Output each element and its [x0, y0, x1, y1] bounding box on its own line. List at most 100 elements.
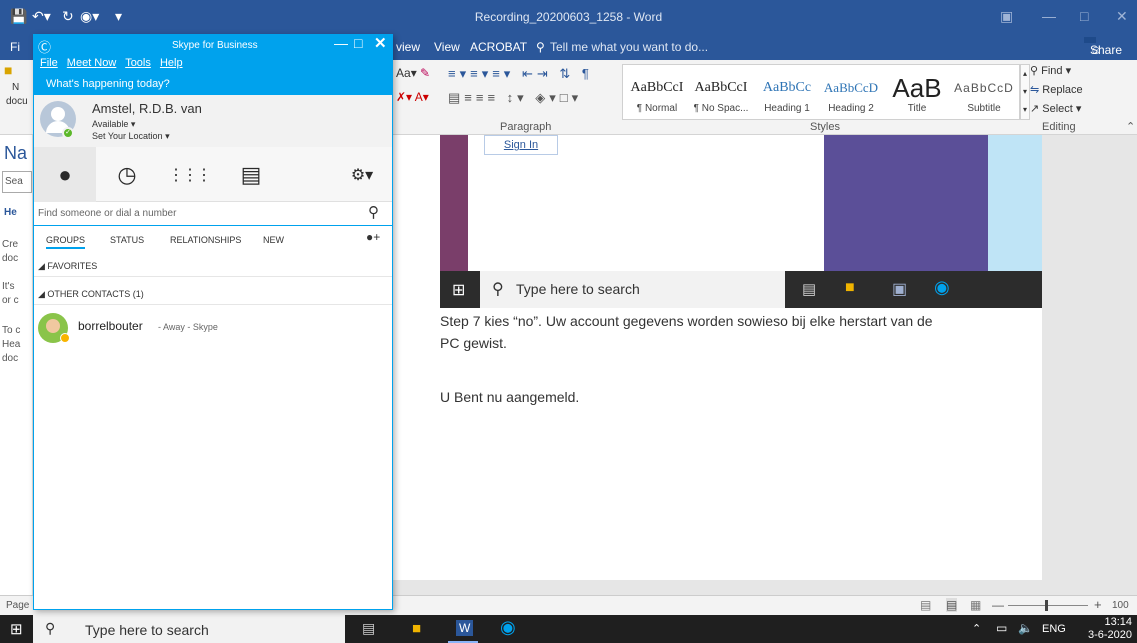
style-name: Heading 1: [764, 103, 810, 114]
network-icon[interactable]: ▭: [996, 621, 1007, 635]
collapse-ribbon-icon[interactable]: ⌃: [1126, 120, 1135, 133]
group-other-contacts[interactable]: ◢ OTHER CONTACTS (1): [34, 283, 392, 305]
contacts-tab[interactable]: ●: [34, 147, 96, 202]
style-preview: AaBbCc: [762, 80, 812, 95]
file-explorer-icon[interactable]: ■: [412, 620, 421, 637]
show-hidden-icons[interactable]: ⌃: [972, 622, 981, 635]
search-placeholder: Find someone or dial a number: [38, 208, 177, 219]
contact-item[interactable]: borrelbouter - Away - Skype: [34, 311, 392, 345]
clock[interactable]: 13:14 3-6-2020: [1082, 616, 1132, 642]
style-no-spacing[interactable]: AaBbCcI ¶ No Spac...: [689, 73, 753, 125]
paste-icon[interactable]: ■: [4, 62, 12, 78]
screenshot-blue-panel: [988, 135, 1042, 271]
whats-happening-note[interactable]: What's happening today?: [46, 78, 170, 90]
filter-status[interactable]: STATUS: [110, 235, 144, 245]
presence-dropdown[interactable]: Available ▾: [92, 119, 135, 130]
close-icon[interactable]: ✕: [1116, 8, 1128, 25]
zoom-level[interactable]: 100: [1112, 600, 1129, 611]
nav-headings-tab-partial[interactable]: He: [4, 207, 17, 218]
contact-filters: GROUPS STATUS RELATIONSHIPS NEW ●+: [34, 228, 392, 250]
skype-close-icon[interactable]: ✕: [374, 34, 387, 52]
page-count-partial[interactable]: Page: [6, 600, 29, 611]
skype-minimize-icon[interactable]: —: [334, 35, 348, 51]
clear-format-icon[interactable]: ✎: [420, 66, 430, 80]
style-subtitle[interactable]: AaBbCcD Subtitle: [951, 73, 1017, 125]
maximize-icon[interactable]: □: [1080, 8, 1088, 24]
replace-button[interactable]: ⇋ Replace: [1030, 81, 1083, 100]
tab-acrobat[interactable]: ACROBAT: [470, 40, 527, 54]
add-contact-icon[interactable]: ●+: [366, 230, 380, 244]
tab-view[interactable]: View: [434, 40, 460, 54]
style-heading-1[interactable]: AaBbCc Heading 1: [755, 73, 819, 125]
taskbar-search[interactable]: ⚲ Type here to search: [33, 615, 345, 643]
find-button[interactable]: ⚲ Find ▾: [1030, 62, 1083, 81]
web-layout-icon[interactable]: ▦: [970, 598, 981, 612]
doc-line: U Bent nu aangemeld.: [440, 389, 580, 405]
meetings-tab[interactable]: ▤: [220, 147, 282, 202]
style-title[interactable]: AaB Title: [885, 73, 949, 125]
screenshot-search-box: ⚲ Type here to search: [480, 271, 785, 308]
task-view-icon[interactable]: ▤: [362, 620, 375, 637]
start-button[interactable]: ⊞: [10, 620, 23, 638]
filter-new[interactable]: NEW: [263, 235, 284, 245]
conversations-tab[interactable]: ◷: [96, 147, 158, 202]
skype-taskbar-icon[interactable]: ◉: [500, 617, 516, 638]
zoom-slider[interactable]: [1008, 605, 1088, 606]
skype-tabs: ● ◷ ⋮⋮⋮ ▤ ⚙▾: [34, 147, 392, 202]
menu-meet-now[interactable]: Meet Now: [67, 57, 117, 69]
share-label: Share: [1090, 43, 1123, 57]
style-preview: AaBbCcD: [954, 81, 1014, 95]
align-buttons[interactable]: ▤≡≡≡ ↕▾ ◈▾□▾: [448, 90, 582, 106]
zoom-in-button[interactable]: +: [1094, 597, 1102, 612]
find-label: Find: [1041, 65, 1063, 77]
cursor-icon: ↗: [1030, 103, 1043, 115]
skype-menu-bar: File Meet Now Tools Help: [40, 57, 183, 69]
menu-help[interactable]: Help: [160, 57, 183, 69]
menu-file[interactable]: File: [40, 57, 58, 69]
skype-icon: ◉: [934, 277, 950, 297]
skype-maximize-icon[interactable]: □: [354, 35, 362, 51]
navigation-pane: Na Sea He Cre doc It's or c To c Hea doc: [0, 135, 33, 595]
style-normal[interactable]: AaBbCcI ¶ Normal: [625, 73, 689, 125]
ribbon-display-options-icon[interactable]: ▣: [1000, 8, 1013, 25]
select-label: Select: [1042, 103, 1073, 115]
list-buttons[interactable]: ≡▾≡▾≡▾ ⇤⇥ ⇅ ¶: [448, 66, 593, 82]
share-button[interactable]: ☺ Share: [1084, 37, 1122, 57]
menu-tools[interactable]: Tools: [125, 57, 151, 69]
phone-tab[interactable]: ⋮⋮⋮: [158, 147, 220, 202]
language-indicator[interactable]: ENG: [1042, 623, 1066, 635]
screenshot-purple-panel: [824, 135, 988, 271]
windows-icon: ⊞: [452, 282, 466, 299]
nav-search-partial[interactable]: Sea: [2, 171, 32, 193]
styles-scroll[interactable]: ▴ ▾ ▾: [1020, 64, 1030, 120]
paragraph-group-label: Paragraph: [500, 121, 552, 133]
word-taskbar-icon[interactable]: W: [456, 620, 474, 636]
styles-group-label: Styles: [810, 121, 840, 133]
select-button[interactable]: ↗ Select ▾: [1030, 100, 1083, 119]
tell-me-box[interactable]: Tell me what you want to do...: [550, 40, 708, 54]
volume-icon[interactable]: 🔈: [1018, 621, 1033, 635]
font-grow-button[interactable]: Aa▾: [396, 66, 417, 80]
windows-taskbar: ⊞ ⚲ Type here to search ▤ ■ W ◉ ⌃ ▭ 🔈 EN…: [0, 615, 1137, 643]
read-mode-icon[interactable]: ▤: [920, 598, 931, 612]
contact-search[interactable]: Find someone or dial a number ⚲: [34, 202, 392, 226]
search-icon: ⚲: [368, 204, 379, 221]
location-label: Set Your Location: [92, 131, 163, 141]
doc-line: Step 7 kies “no”. Uw account gegevens wo…: [440, 313, 933, 329]
minimize-icon[interactable]: —: [1042, 8, 1056, 24]
location-dropdown[interactable]: Set Your Location ▾: [92, 131, 170, 142]
options-button[interactable]: ⚙▾: [334, 147, 390, 202]
style-heading-2[interactable]: AaBbCcD Heading 2: [819, 73, 883, 125]
filter-relationships[interactable]: RELATIONSHIPS: [170, 235, 241, 245]
print-layout-icon[interactable]: ▤: [946, 598, 958, 612]
filter-groups[interactable]: GROUPS: [46, 235, 86, 249]
zoom-slider-thumb[interactable]: [1045, 600, 1048, 611]
tab-file[interactable]: Fi: [10, 40, 20, 54]
person-icon: ●: [58, 161, 72, 187]
screenshot-white-panel: Sign In: [468, 135, 824, 271]
tab-review[interactable]: view: [396, 40, 420, 54]
zoom-out-button[interactable]: —: [992, 598, 1004, 612]
font-color-icon[interactable]: ✗▾ A▾: [396, 90, 429, 104]
group-favorites[interactable]: ◢ FAVORITES: [34, 255, 392, 277]
